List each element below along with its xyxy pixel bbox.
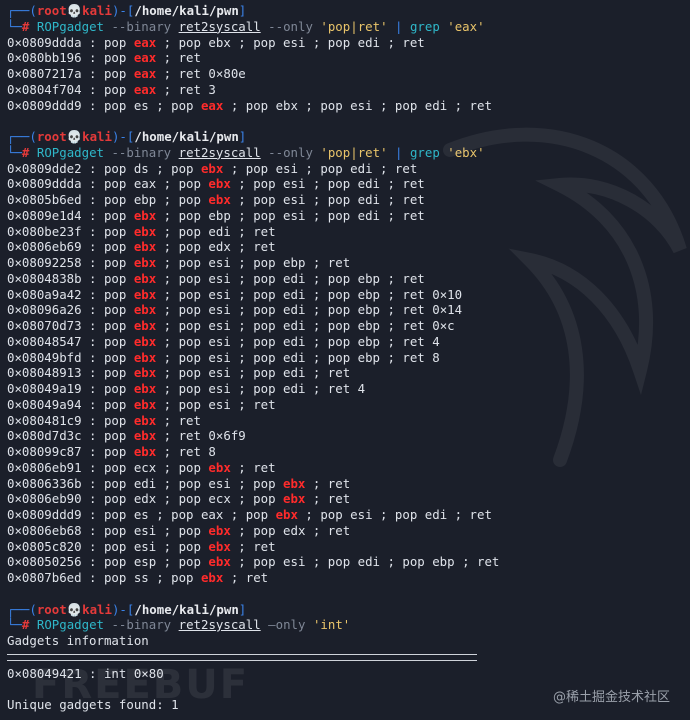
kali-dragon-watermark: [443, 127, 687, 467]
register-highlight: eax: [133, 50, 157, 66]
command-string: 'pop|ret': [320, 144, 388, 160]
gadget-line: 0×0807217a : pop eax ; ret 0×80e: [7, 66, 246, 81]
register-highlight: ebx: [200, 570, 224, 585]
register-highlight: ebx: [200, 160, 224, 176]
prompt-corner: └─: [7, 617, 22, 633]
command-string: 'eax': [447, 18, 485, 34]
prompt-separator: )-[: [111, 3, 135, 18]
command-tool: ROPgadget: [36, 144, 104, 160]
gadget-line: 0×0806eb68 : pop esi ; pop ebx ; pop edx…: [7, 522, 351, 538]
prompt-path: /home/kali/pwn: [134, 129, 239, 144]
register-highlight: ebx: [208, 192, 231, 207]
watermark-text: @稀土掘金技术社区: [552, 690, 670, 705]
prompt-separator: )-[: [111, 129, 135, 144]
prompt-host: kali: [82, 601, 112, 617]
command-grep: grep: [409, 18, 440, 34]
register-highlight: eax: [200, 97, 224, 113]
register-highlight: ebx: [133, 333, 157, 349]
skull-icon: 💀: [66, 601, 83, 617]
register-highlight: ebx: [133, 302, 157, 318]
gadget-line: 0×0806336b : pop edi ; pop esi ; pop ebx…: [7, 475, 351, 491]
register-highlight: ebx: [133, 239, 157, 255]
gadget-line: 0×0805c820 : pop esi ; pop ebx ; ret: [7, 538, 276, 554]
register-highlight: ebx: [133, 381, 157, 396]
command-file: ret2syscall: [178, 18, 261, 34]
register-highlight: ebx: [133, 444, 157, 459]
prompt-user: root: [36, 601, 67, 617]
skull-icon: 💀: [66, 3, 83, 18]
command-flag: —only: [268, 617, 306, 633]
command-string: 'int': [312, 617, 351, 633]
register-highlight: ebx: [133, 428, 157, 444]
command-flag: --only: [268, 18, 313, 34]
gadget-line: 0×0809ddd9 : pop es ; pop eax ; pop ebx …: [7, 507, 492, 522]
command-flag: --binary: [111, 617, 172, 633]
command-file: ret2syscall: [178, 144, 261, 160]
command-pipe: |: [395, 18, 403, 34]
prompt-end: ]: [238, 3, 247, 18]
prompt-host: kali: [82, 3, 112, 18]
prompt-separator: )-[: [111, 601, 135, 617]
command-file: ret2syscall: [178, 617, 261, 633]
gadget-line: 0×0806eb90 : pop edx ; pop ecx ; pop ebx…: [7, 491, 351, 507]
register-highlight: eax: [133, 34, 157, 50]
skull-icon: 💀: [66, 129, 83, 144]
prompt-path: /home/kali/pwn: [134, 601, 239, 617]
register-highlight: ebx: [133, 270, 157, 286]
register-highlight: ebx: [133, 396, 157, 412]
prompt-corner: └─: [7, 18, 22, 34]
register-highlight: ebx: [208, 554, 231, 570]
prompt-line: ┌──(root💀kali)-[/home/kali/pwn]: [7, 3, 690, 19]
gadgets-header: Gadgets information: [7, 633, 149, 648]
register-highlight: ebx: [208, 176, 231, 192]
register-highlight: ebx: [208, 459, 231, 475]
prompt-hash: #: [21, 617, 30, 633]
register-highlight: ebx: [133, 207, 157, 223]
prompt-line: ┌──(root💀kali)-[/home/kali/pwn]: [7, 602, 690, 618]
register-highlight: ebx: [133, 365, 157, 381]
register-highlight: ebx: [208, 522, 231, 538]
prompt-user: root: [36, 3, 67, 18]
register-highlight: ebx: [133, 318, 157, 333]
prompt-hash: #: [21, 144, 30, 160]
prompt-end: ]: [238, 601, 247, 617]
prompt-corner: ┌──(: [7, 3, 37, 18]
prompt-user: root: [36, 129, 67, 144]
prompt-hash: #: [21, 18, 30, 34]
command-flag: --only: [268, 144, 313, 160]
register-highlight: ebx: [133, 223, 157, 239]
command-line[interactable]: └─# ROPgadget --binary ret2syscall —only…: [7, 617, 690, 633]
gadget-line: 0×0807b6ed : pop ss ; pop ebx ; ret: [7, 570, 269, 585]
double-rule-divider: [7, 653, 477, 661]
prompt-end: ]: [238, 129, 247, 144]
register-highlight: ebx: [133, 286, 157, 302]
register-highlight: ebx: [133, 349, 157, 365]
freebuf-ghost-logo: FREEBUF: [32, 662, 250, 708]
command-tool: ROPgadget: [36, 617, 104, 633]
command-flag: --binary: [111, 144, 172, 160]
gadget-line: 0×08050256 : pop esp ; pop ebx ; pop esi…: [7, 554, 500, 570]
register-highlight: ebx: [283, 475, 306, 491]
register-highlight: ebx: [283, 491, 306, 507]
register-highlight: eax: [133, 81, 157, 97]
register-highlight: ebx: [133, 255, 157, 270]
command-string: 'pop|ret': [320, 18, 388, 34]
register-highlight: ebx: [275, 507, 298, 522]
gadget-line: 0×080bb196 : pop eax ; ret: [7, 50, 201, 66]
command-line[interactable]: └─# ROPgadget --binary ret2syscall --onl…: [7, 19, 690, 35]
prompt-corner: └─: [7, 144, 22, 160]
command-tool: ROPgadget: [36, 18, 104, 34]
gadget-line: 0×0809ddda : pop eax ; pop ebx ; pop esi…: [7, 34, 425, 50]
prompt-corner: ┌──(: [7, 129, 37, 144]
register-highlight: ebx: [133, 412, 157, 428]
command-flag: --binary: [111, 18, 172, 34]
prompt-corner: ┌──(: [7, 601, 37, 617]
register-highlight: ebx: [208, 538, 231, 554]
register-highlight: eax: [133, 66, 157, 81]
prompt-host: kali: [82, 129, 112, 144]
prompt-path: /home/kali/pwn: [134, 3, 239, 18]
command-pipe: |: [395, 144, 403, 160]
